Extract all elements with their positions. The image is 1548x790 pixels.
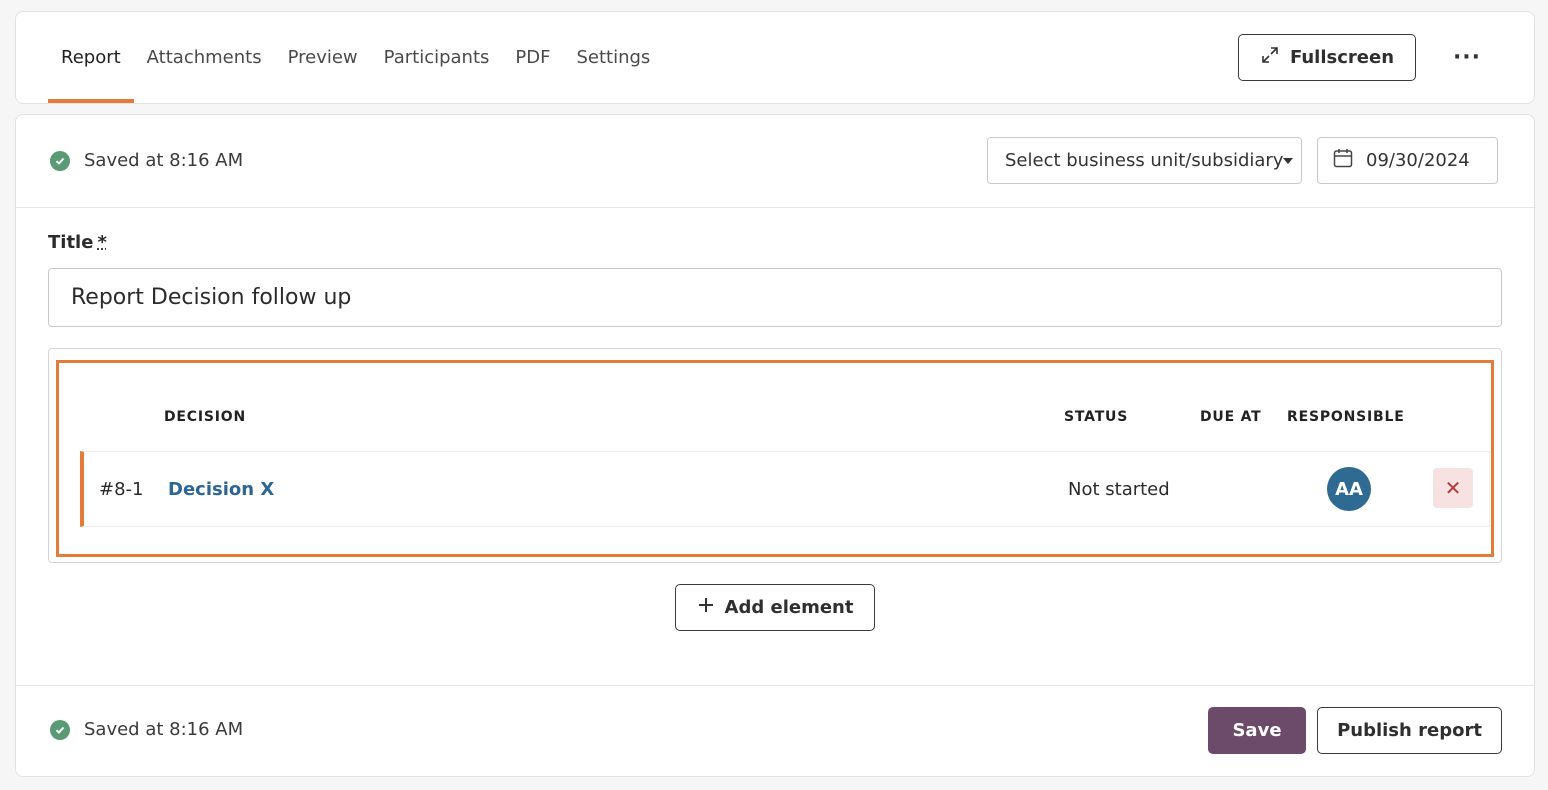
tab-preview[interactable]: Preview [275,12,371,103]
add-element-label: Add element [724,597,854,618]
report-editor-card: Saved at 8:16 AM Select business unit/su… [15,114,1535,777]
title-label-text: Title [48,232,94,253]
save-status-top: Saved at 8:16 AM [50,150,243,171]
publish-label: Publish report [1337,720,1482,741]
add-element-button[interactable]: Add element [675,584,875,631]
remove-row-button[interactable]: ✕ [1433,468,1473,508]
business-unit-placeholder: Select business unit/subsidiary [1005,150,1284,171]
date-value: 09/30/2024 [1366,150,1470,171]
tab-attachments[interactable]: Attachments [134,12,275,103]
table-row: #8-1 Decision X Not started AA ✕ [80,451,1490,527]
tab-participants[interactable]: Participants [371,12,503,103]
plus-icon [697,596,715,619]
save-button[interactable]: Save [1208,707,1306,754]
date-field[interactable]: 09/30/2024 [1317,137,1498,184]
top-nav-card: Report Attachments Preview Participants … [15,11,1535,104]
save-status-bottom: Saved at 8:16 AM [50,719,243,740]
avatar[interactable]: AA [1327,467,1371,511]
header-divider [16,207,1534,208]
decisions-table: DECISION STATUS DUE AT RESPONSIBLE #8-1 … [48,348,1502,563]
tab-bar: Report Attachments Preview Participants … [48,12,663,103]
decision-link[interactable]: Decision X [168,452,274,526]
tab-report[interactable]: Report [48,12,134,103]
footer-divider [16,685,1534,686]
column-header-status: STATUS [1064,409,1129,425]
saved-text: Saved at 8:16 AM [84,150,244,171]
column-header-decision: DECISION [164,409,246,425]
title-value: Report Decision follow up [71,285,352,310]
close-icon: ✕ [1444,476,1462,500]
saved-text: Saved at 8:16 AM [84,719,244,740]
calendar-icon [1332,147,1354,174]
table-highlight-frame: DECISION STATUS DUE AT RESPONSIBLE #8-1 … [56,360,1494,557]
fullscreen-label: Fullscreen [1289,47,1395,68]
tab-pdf[interactable]: PDF [502,12,563,103]
check-circle-icon [50,719,70,740]
required-marker: * [97,232,107,253]
fullscreen-button[interactable]: Fullscreen [1238,34,1416,81]
row-id: #8-1 [99,478,144,500]
caret-down-icon [1283,158,1293,164]
expand-icon [1260,45,1280,70]
column-header-due-at: DUE AT [1200,409,1262,425]
more-options-button[interactable]: ··· [1446,42,1488,72]
column-header-responsible: RESPONSIBLE [1287,409,1405,425]
business-unit-select[interactable]: Select business unit/subsidiary [987,137,1302,184]
more-icon: ··· [1452,44,1482,70]
tab-settings[interactable]: Settings [563,12,663,103]
check-circle-icon [50,150,70,171]
title-input[interactable]: Report Decision follow up [48,268,1502,327]
row-status: Not started [1068,478,1170,500]
title-label: Title * [48,232,107,253]
publish-report-button[interactable]: Publish report [1317,707,1502,754]
